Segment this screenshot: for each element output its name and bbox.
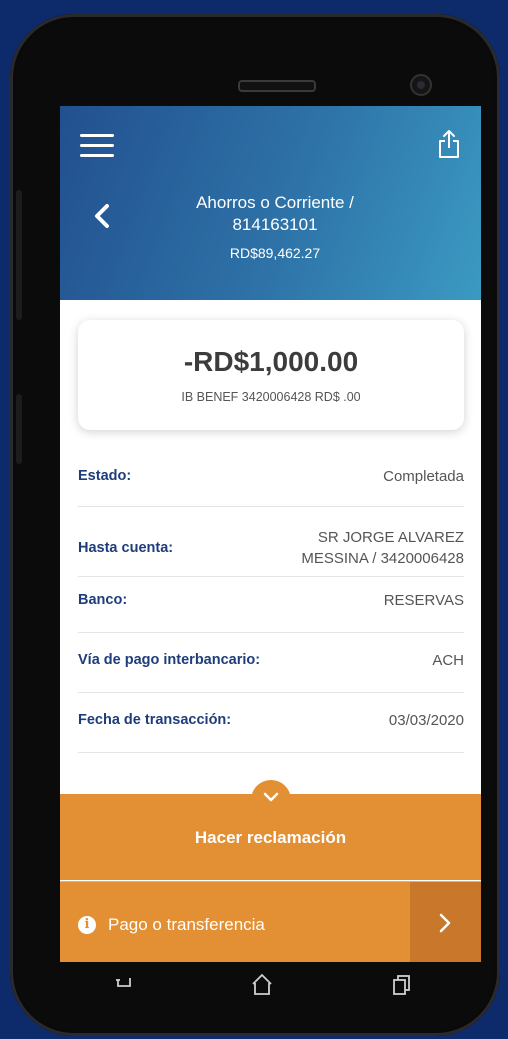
payment-transfer-bar[interactable]: i Pago o transferencia xyxy=(60,881,481,962)
claim-button[interactable]: Hacer reclamación xyxy=(60,780,481,880)
transaction-amount: -RD$1,000.00 xyxy=(183,346,359,377)
back-nav-icon[interactable] xyxy=(112,972,136,998)
app-screen: Ahorros o Corriente / 814163101 RD$89,46… xyxy=(60,106,481,962)
earpiece xyxy=(238,80,316,92)
front-camera xyxy=(410,74,432,96)
volume-button xyxy=(16,190,22,320)
android-nav-bar xyxy=(60,962,481,1012)
detail-value: ACH xyxy=(432,652,464,669)
detail-value: RESERVAS xyxy=(383,592,464,609)
claim-button-label: Hacer reclamación xyxy=(194,828,347,847)
detail-row-status: Estado: Completada xyxy=(78,454,464,507)
forward-button[interactable] xyxy=(410,882,481,962)
recent-apps-icon[interactable] xyxy=(390,972,414,998)
detail-value: SR JORGE ALVAREZ xyxy=(317,529,464,546)
account-number: 814163101 xyxy=(232,215,318,234)
detail-label: Hasta cuenta: xyxy=(78,540,174,556)
info-icon: i xyxy=(78,916,96,934)
detail-label: Vía de pago interbancario: xyxy=(78,652,261,668)
account-title: Ahorros o Corriente / xyxy=(196,193,354,212)
detail-row-bank: Banco: RESERVAS xyxy=(78,576,464,633)
share-icon[interactable] xyxy=(436,128,462,160)
detail-row-destination: Hasta cuenta: SR JORGE ALVAREZ MESSINA /… xyxy=(78,506,464,577)
detail-label: Fecha de transacción: xyxy=(78,712,232,728)
power-button xyxy=(16,394,22,464)
detail-row-payment-method: Vía de pago interbancario: ACH xyxy=(78,632,464,693)
detail-value: 03/03/2020 xyxy=(388,712,464,729)
detail-value: Completada xyxy=(383,468,464,485)
chevron-left-icon[interactable] xyxy=(92,202,112,230)
payment-transfer-label: Pago o transferencia xyxy=(108,915,265,934)
menu-icon[interactable] xyxy=(80,134,114,158)
home-nav-icon[interactable] xyxy=(250,972,274,998)
account-balance: RD$89,462.27 xyxy=(229,245,321,261)
detail-label: Estado: xyxy=(78,468,132,484)
detail-value: MESSINA / 3420006428 xyxy=(301,550,464,567)
transaction-description: IB BENEF 3420006428 RD$ .00 xyxy=(181,390,361,404)
expand-tab[interactable] xyxy=(251,780,291,810)
detail-row-date: Fecha de transacción: 03/03/2020 xyxy=(78,692,464,753)
chevron-right-icon xyxy=(439,913,451,933)
account-header: Ahorros o Corriente / 814163101 RD$89,46… xyxy=(60,106,481,300)
transaction-card: -RD$1,000.00 IB BENEF 3420006428 RD$ .00 xyxy=(78,320,464,430)
detail-label: Banco: xyxy=(78,592,128,608)
chevron-down-icon xyxy=(263,792,279,802)
